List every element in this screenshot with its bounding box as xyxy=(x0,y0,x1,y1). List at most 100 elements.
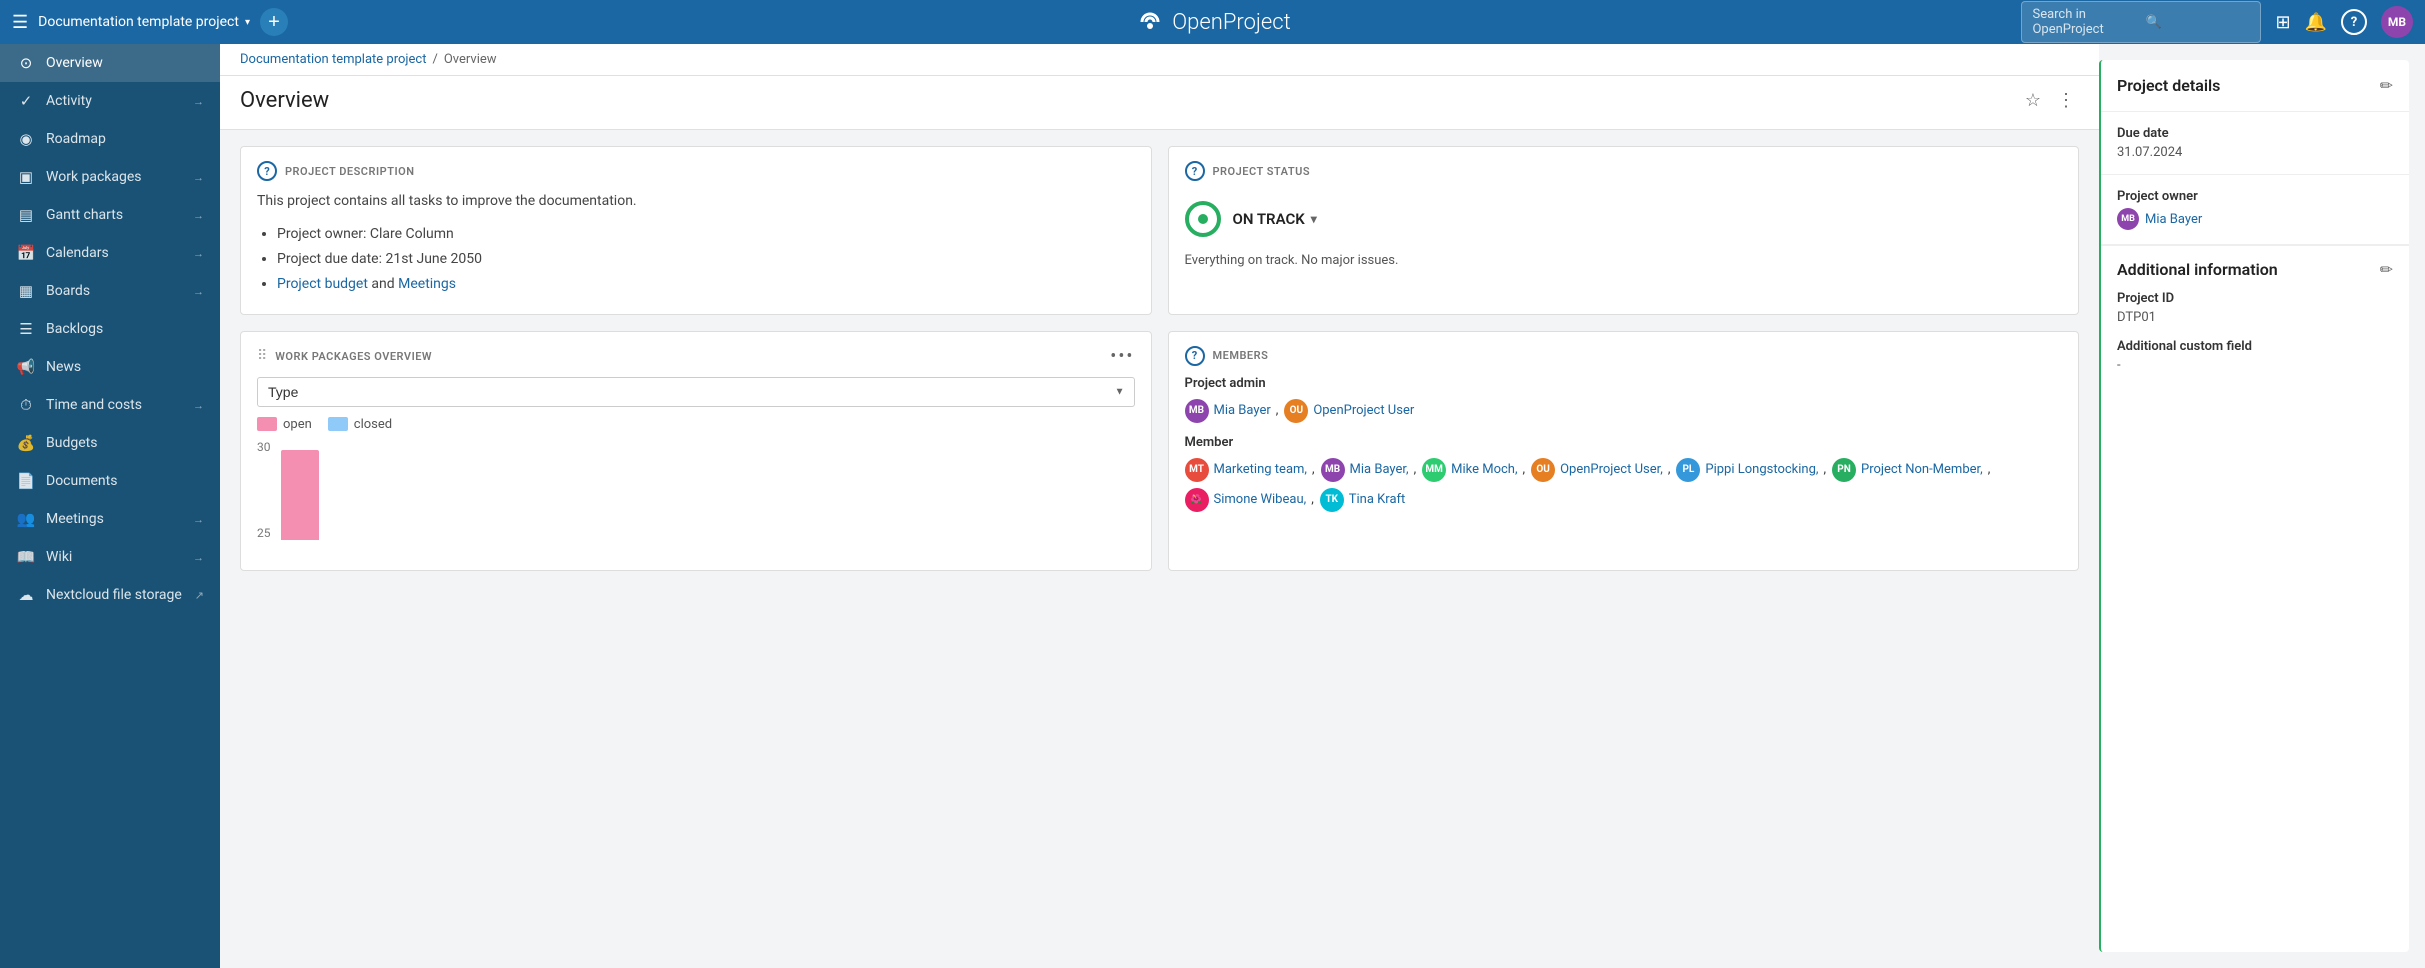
owner-avatar: MB xyxy=(2117,208,2139,230)
sidebar-icon-meetings: 👥 xyxy=(16,510,36,528)
help-icon[interactable]: ? xyxy=(2341,9,2367,35)
custom-field-section: Additional custom field - xyxy=(2117,339,2393,373)
sidebar-item-backlogs[interactable]: ☰ Backlogs xyxy=(0,310,220,348)
chart-legend: open closed xyxy=(257,417,1135,432)
breadcrumb-project-link[interactable]: Documentation template project xyxy=(240,52,426,67)
admin-mia-bayer[interactable]: MB Mia Bayer xyxy=(1185,399,1279,423)
project-id-value: DTP01 xyxy=(2117,310,2393,325)
meetings-link[interactable]: Meetings xyxy=(398,276,456,292)
members-card-header: ? MEMBERS xyxy=(1169,332,2079,376)
due-date-section: Due date 31.07.2024 xyxy=(2101,112,2409,175)
sidebar-item-budgets[interactable]: 💰 Budgets xyxy=(0,424,220,462)
more-options-button[interactable]: ⋮ xyxy=(2053,86,2079,115)
admin-openproject-user[interactable]: OU OpenProject User xyxy=(1284,399,1419,423)
sidebar-item-calendars[interactable]: 📅 Calendars → xyxy=(0,234,220,272)
member-ou[interactable]: OU OpenProject User, xyxy=(1531,458,1670,482)
project-details-edit-icon[interactable]: ✏ xyxy=(2380,76,2393,95)
project-budget-link[interactable]: Project budget xyxy=(277,276,368,292)
sidebar-item-gantt-charts[interactable]: ▤ Gantt charts → xyxy=(0,196,220,234)
status-circle xyxy=(1185,201,1221,237)
additional-edit-icon[interactable]: ✏ xyxy=(2380,260,2393,279)
main-layout: ⊙ Overview ✓ Activity → ◉ Roadmap ▣ Work… xyxy=(0,44,2425,968)
sidebar-icon-activity: ✓ xyxy=(16,92,36,110)
closed-legend-item: closed xyxy=(328,417,392,432)
sidebar-item-overview[interactable]: ⊙ Overview xyxy=(0,44,220,82)
y-label-25: 25 xyxy=(257,526,271,540)
owner-label: Project owner xyxy=(2117,189,2393,204)
additional-title: Additional information xyxy=(2117,260,2278,279)
star-button[interactable]: ☆ xyxy=(2021,86,2045,115)
sidebar-icon-budgets: 💰 xyxy=(16,434,36,452)
member-tina[interactable]: TK Tina Kraft xyxy=(1320,488,1411,512)
grid-icon[interactable]: ⊞ xyxy=(2275,12,2290,33)
breadcrumb: Documentation template project / Overvie… xyxy=(240,52,497,67)
sidebar-label-calendars: Calendars xyxy=(46,245,183,261)
search-icon: 🔍 xyxy=(2145,15,2250,30)
member-marketing-team[interactable]: MT Marketing team, xyxy=(1185,458,1315,482)
sw-label: Simone Wibeau, xyxy=(1214,492,1307,507)
wp-menu-icon[interactable]: ••• xyxy=(1110,346,1134,367)
search-placeholder: Search in OpenProject xyxy=(2032,7,2137,37)
sidebar-item-boards[interactable]: ▦ Boards → xyxy=(0,272,220,310)
type-select[interactable]: Type Status Priority Assignee xyxy=(257,377,1135,407)
desc-list-item-3: Project budget and Meetings xyxy=(277,272,1135,297)
add-button[interactable]: + xyxy=(260,8,288,36)
chart-bars xyxy=(281,440,627,540)
mt-avatar: MT xyxy=(1185,458,1209,482)
sidebar-item-news[interactable]: 📢 News xyxy=(0,348,220,386)
mm-label: Mike Moch, xyxy=(1451,462,1517,477)
members-help-icon[interactable]: ? xyxy=(1185,346,1205,366)
sidebar-icon-wiki: 📖 xyxy=(16,548,36,566)
closed-color-swatch xyxy=(328,417,348,431)
open-color-swatch xyxy=(257,417,277,431)
status-help-icon[interactable]: ? xyxy=(1185,161,1205,181)
search-box[interactable]: Search in OpenProject 🔍 xyxy=(2021,1,2261,43)
sidebar-icon-documents: 📄 xyxy=(16,472,36,490)
y-label-30: 30 xyxy=(257,440,271,454)
desc-list-item-2: Project due date: 21st June 2050 xyxy=(277,247,1135,272)
tk-avatar: TK xyxy=(1320,488,1344,512)
member-mike-moch[interactable]: MM Mike Moch, xyxy=(1422,458,1525,482)
sidebar-arrow-calendars: → xyxy=(193,247,204,260)
project-description-header: ? PROJECT DESCRIPTION xyxy=(241,147,1151,191)
status-dropdown-icon: ▾ xyxy=(1311,212,1317,226)
member-pippi[interactable]: PL Pippi Longstocking, xyxy=(1676,458,1826,482)
sidebar-item-wiki[interactable]: 📖 Wiki → xyxy=(0,538,220,576)
member-project-non-member[interactable]: PN Project Non-Member, xyxy=(1832,458,1990,482)
sidebar-item-roadmap[interactable]: ◉ Roadmap xyxy=(0,120,220,158)
sidebar-label-work-packages: Work packages xyxy=(46,169,183,185)
work-packages-overview-card: ⠿ WORK PACKAGES OVERVIEW ••• Type Status… xyxy=(240,331,1152,571)
desc-list-item-1: Project owner: Clare Column xyxy=(277,222,1135,247)
due-date-label: Due date xyxy=(2117,126,2393,141)
project-caret-icon: ▾ xyxy=(245,17,250,28)
status-label[interactable]: ON TRACK ▾ xyxy=(1233,210,1317,228)
ou-avatar: OU xyxy=(1284,399,1308,423)
status-description: Everything on track. No major issues. xyxy=(1185,253,2063,268)
hamburger-menu-icon[interactable]: ☰ xyxy=(12,12,28,33)
sidebar-arrow-work-packages: → xyxy=(193,171,204,184)
member-simone[interactable]: 🌺 Simone Wibeau, xyxy=(1185,488,1314,512)
app-logo: OpenProject xyxy=(1134,10,1290,35)
sidebar-item-activity[interactable]: ✓ Activity → xyxy=(0,82,220,120)
bell-icon[interactable]: 🔔 xyxy=(2305,12,2327,33)
user-avatar[interactable]: MB xyxy=(2381,6,2413,38)
sidebar-item-documents[interactable]: 📄 Documents xyxy=(0,462,220,500)
project-selector[interactable]: Documentation template project ▾ xyxy=(38,14,250,30)
sidebar-icon-work-packages: ▣ xyxy=(16,168,36,186)
owner-value[interactable]: MB Mia Bayer xyxy=(2117,208,2393,230)
sidebar-item-nextcloud[interactable]: ☁ Nextcloud file storage ↗ xyxy=(0,576,220,614)
owner-section: Project owner MB Mia Bayer xyxy=(2101,175,2409,245)
logo-icon xyxy=(1134,11,1164,33)
pl-label: Pippi Longstocking, xyxy=(1705,462,1818,477)
ou2-avatar: OU xyxy=(1531,458,1555,482)
sidebar-icon-gantt-charts: ▤ xyxy=(16,206,36,224)
members-body: Project admin MB Mia Bayer OU OpenProjec… xyxy=(1169,376,2079,540)
sidebar-item-work-packages[interactable]: ▣ Work packages → xyxy=(0,158,220,196)
sidebar-item-time-and-costs[interactable]: ⏱ Time and costs → xyxy=(0,386,220,424)
description-help-icon[interactable]: ? xyxy=(257,161,277,181)
drag-icon[interactable]: ⠿ xyxy=(257,348,267,364)
sidebar-item-meetings[interactable]: 👥 Meetings → xyxy=(0,500,220,538)
wp-card-header: ⠿ WORK PACKAGES OVERVIEW ••• xyxy=(241,332,1151,377)
additional-info-header: Additional information ✏ xyxy=(2117,260,2393,279)
member-mia-bayer[interactable]: MB Mia Bayer, xyxy=(1321,458,1417,482)
